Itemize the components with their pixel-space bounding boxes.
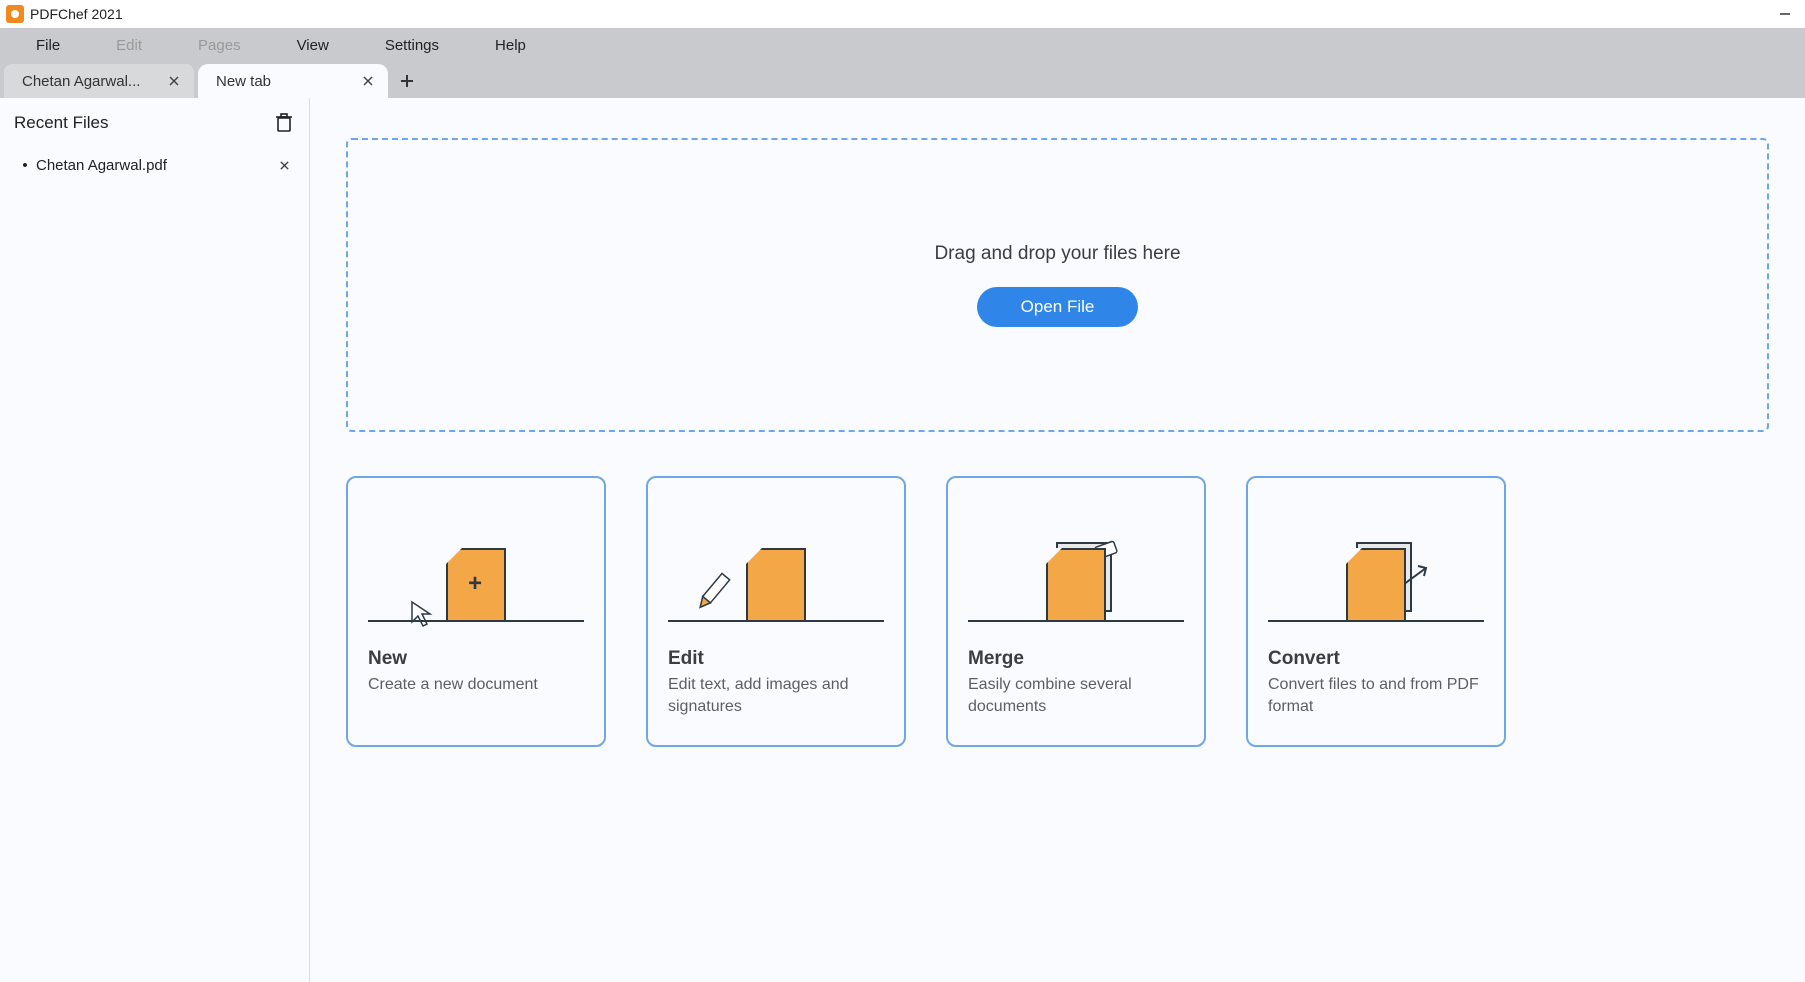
dropzone[interactable]: Drag and drop your files here Open File [346, 138, 1769, 432]
card-title: Convert [1268, 648, 1484, 670]
menubar: File Edit Pages View Settings Help [0, 28, 1805, 64]
app-title: PDFChef 2021 [30, 6, 123, 22]
content-area: Recent Files • Chetan Agarwal.pdf Drag a… [0, 98, 1805, 982]
trash-icon[interactable] [273, 112, 295, 134]
menu-file[interactable]: File [8, 28, 88, 64]
tabbar: Chetan Agarwal... New tab [0, 64, 1805, 98]
card-merge[interactable]: Merge Easily combine several documents [946, 476, 1206, 747]
edit-document-icon [668, 502, 884, 622]
card-title: New [368, 648, 584, 670]
recent-file-name: Chetan Agarwal.pdf [36, 157, 273, 174]
action-cards: + New Create a new document Edit Edit te… [346, 476, 1769, 747]
menu-edit: Edit [88, 28, 170, 64]
tab-close-button[interactable] [358, 71, 378, 91]
card-edit[interactable]: Edit Edit text, add images and signature… [646, 476, 906, 747]
recent-file-remove-button[interactable] [273, 154, 295, 176]
recent-file-item[interactable]: • Chetan Agarwal.pdf [8, 148, 301, 182]
menu-settings[interactable]: Settings [357, 28, 467, 64]
sidebar-header: Recent Files [8, 112, 301, 148]
tab-label: New tab [216, 73, 350, 90]
card-desc: Create a new document [368, 674, 584, 696]
card-title: Merge [968, 648, 1184, 670]
menu-view[interactable]: View [269, 28, 357, 64]
tab-label: Chetan Agarwal... [22, 73, 156, 90]
new-tab-button[interactable] [392, 64, 422, 98]
merge-documents-icon [968, 502, 1184, 622]
card-desc: Convert files to and from PDF format [1268, 674, 1484, 717]
main-panel: Drag and drop your files here Open File … [310, 98, 1805, 982]
tab-document[interactable]: Chetan Agarwal... [4, 64, 194, 98]
menu-help[interactable]: Help [467, 28, 554, 64]
convert-document-icon [1268, 502, 1484, 622]
dropzone-text: Drag and drop your files here [934, 243, 1180, 265]
card-title: Edit [668, 648, 884, 670]
recent-files-title: Recent Files [14, 113, 108, 133]
card-convert[interactable]: Convert Convert files to and from PDF fo… [1246, 476, 1506, 747]
open-file-button[interactable]: Open File [977, 287, 1139, 327]
bullet-icon: • [14, 157, 36, 174]
app-icon [6, 5, 24, 23]
card-desc: Easily combine several documents [968, 674, 1184, 717]
card-new[interactable]: + New Create a new document [346, 476, 606, 747]
menu-pages: Pages [170, 28, 269, 64]
card-desc: Edit text, add images and signatures [668, 674, 884, 717]
titlebar: PDFChef 2021 [0, 0, 1805, 28]
tab-close-button[interactable] [164, 71, 184, 91]
sidebar: Recent Files • Chetan Agarwal.pdf [0, 98, 310, 982]
window-minimize-button[interactable] [1771, 3, 1799, 25]
new-document-icon: + [368, 502, 584, 622]
tab-newtab[interactable]: New tab [198, 64, 388, 98]
